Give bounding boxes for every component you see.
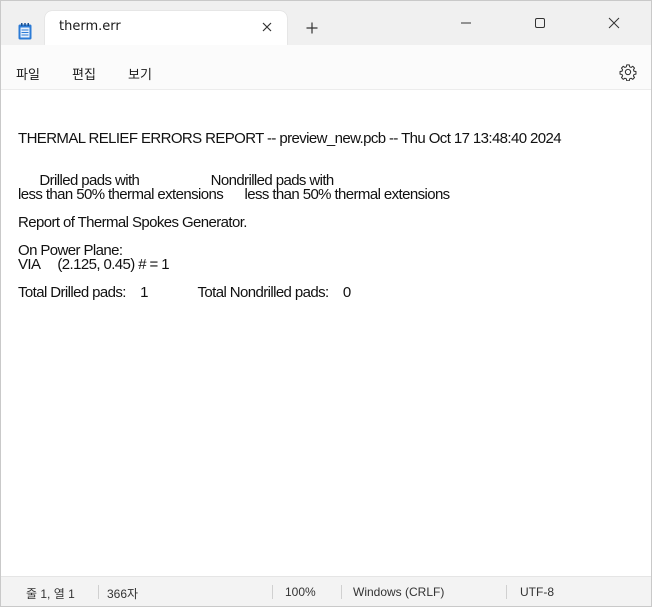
status-divider [341, 585, 342, 599]
report-title-line: THERMAL RELIEF ERRORS REPORT -- preview_… [18, 130, 562, 147]
status-divider [98, 585, 99, 599]
character-count: 366자 [107, 587, 139, 601]
zoom-level[interactable]: 100% [285, 585, 316, 599]
menu-edit[interactable]: 편집 [72, 64, 96, 83]
close-icon[interactable] [259, 19, 275, 35]
totals-line: Total Drilled pads: 1 Total Nondrilled p… [18, 284, 351, 301]
gear-icon[interactable] [619, 63, 637, 82]
menu-view[interactable]: 보기 [128, 64, 152, 83]
encoding[interactable]: UTF-8 [520, 585, 554, 599]
menu-bar: 파일 편집 보기 [1, 45, 651, 90]
status-divider [506, 585, 507, 599]
report-source-line: Report of Thermal Spokes Generator. [18, 214, 247, 231]
via-line: VIA (2.125, 0.45) # = 1 [18, 256, 170, 273]
notepad-window: therm.err 파일 편집 보기 THERMAL RELIEF ERRORS… [0, 0, 652, 607]
title-bar: therm.err [1, 1, 651, 45]
minimize-icon[interactable] [443, 9, 489, 37]
tab-therm-err[interactable]: therm.err [45, 11, 287, 45]
status-divider [272, 585, 273, 599]
cursor-position: 줄 1, 열 1 [26, 587, 75, 601]
close-icon[interactable] [591, 9, 637, 37]
tab-title: therm.err [59, 19, 121, 34]
column-header-line-2: less than 50% thermal extensions less th… [18, 186, 450, 203]
plus-icon[interactable] [301, 17, 323, 39]
menu-file[interactable]: 파일 [16, 64, 40, 83]
status-bar: 줄 1, 열 1 366자 100% Windows (CRLF) UTF-8 [1, 576, 651, 606]
text-editor[interactable]: THERMAL RELIEF ERRORS REPORT -- preview_… [1, 90, 651, 575]
maximize-icon[interactable] [517, 9, 563, 37]
line-ending[interactable]: Windows (CRLF) [353, 585, 444, 599]
notepad-icon [18, 23, 32, 40]
